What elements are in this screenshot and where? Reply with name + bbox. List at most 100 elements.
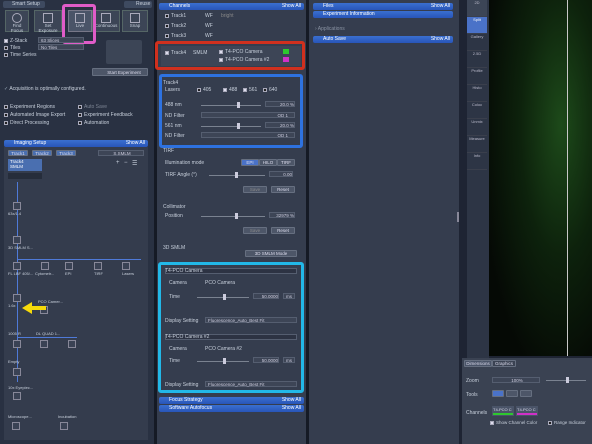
- objective-icon[interactable]: [13, 202, 21, 210]
- tirf-icon[interactable]: [94, 262, 102, 270]
- view-histo-tab[interactable]: Histo: [467, 85, 487, 102]
- track3-button[interactable]: Track3: [56, 150, 76, 156]
- files-header[interactable]: Files Show All: [313, 3, 453, 10]
- focus-strategy-show-all[interactable]: Show All: [282, 397, 301, 404]
- smlm-module-icon[interactable]: [13, 236, 21, 244]
- empty-slot-icon[interactable]: [13, 368, 21, 376]
- incubation-icon[interactable]: [60, 422, 68, 430]
- camera2-icon[interactable]: [68, 340, 76, 348]
- lasers-icon[interactable]: [122, 262, 130, 270]
- auto-save-header[interactable]: Auto Save Show All: [313, 36, 453, 43]
- show-channel-color-row[interactable]: Show Channel Color: [490, 420, 537, 425]
- range-indicator-row[interactable]: Range Indicator: [548, 420, 586, 425]
- tube-lens-icon[interactable]: [13, 294, 21, 302]
- view-unmix-tab[interactable]: Unmix: [467, 119, 487, 136]
- zoom-field[interactable]: 100%: [492, 377, 540, 383]
- view-25d-tab[interactable]: 2.5D: [467, 51, 487, 68]
- automation-row[interactable]: Automation: [78, 120, 109, 126]
- image-view[interactable]: [489, 0, 592, 356]
- view-gallery-tab[interactable]: Gallery: [467, 34, 487, 51]
- imaging-setup-header[interactable]: Imaging Setup Show All: [4, 140, 148, 147]
- remove-track-icon[interactable]: −: [124, 160, 128, 166]
- view-split-tab[interactable]: Split: [467, 17, 487, 34]
- zoom-slider[interactable]: [546, 377, 586, 383]
- illum-epi-button[interactable]: EPI: [241, 159, 259, 166]
- collimator-reset-button[interactable]: Reset: [271, 227, 295, 234]
- menu-icon[interactable]: ☰: [132, 160, 137, 167]
- auto-save-show-all[interactable]: Show All: [431, 36, 450, 43]
- software-autofocus-header[interactable]: Software Autofocus Show All: [159, 405, 304, 412]
- focus-strategy-header[interactable]: Focus Strategy Show All: [159, 397, 304, 404]
- cytometr-icon[interactable]: [41, 262, 49, 270]
- channel1-button[interactable]: T4-PCO C: [492, 406, 514, 416]
- dimensions-tab[interactable]: Dimensions: [464, 360, 492, 367]
- collimator-position-field[interactable]: 32979 %: [269, 212, 295, 218]
- zstack-row[interactable]: Z-Stack: [4, 38, 27, 44]
- direct-processing-checkbox[interactable]: [4, 120, 8, 125]
- tirf-save-button[interactable]: Save: [243, 186, 267, 193]
- ch-track3-checkbox[interactable]: [165, 33, 169, 38]
- start-experiment-button[interactable]: Start Experiment: [92, 68, 148, 76]
- track4-tile[interactable]: Track4 SMLM: [8, 159, 42, 171]
- graphics-tab[interactable]: Graphics: [492, 360, 516, 367]
- track1-button[interactable]: Track1: [8, 150, 28, 156]
- continuous-tab[interactable]: Continuous: [92, 10, 120, 32]
- epi-icon[interactable]: [65, 262, 73, 270]
- timeseries-checkbox[interactable]: [4, 52, 8, 57]
- pointer-tool-button[interactable]: [492, 390, 504, 397]
- view-coloc-tab[interactable]: Coloc: [467, 102, 487, 119]
- direct-processing-row[interactable]: Direct Processing: [4, 120, 49, 126]
- ch-track2-row[interactable]: Track2: [165, 23, 186, 29]
- software-autofocus-show-all[interactable]: Show All: [282, 405, 301, 412]
- reuse-button[interactable]: Reuse: [124, 1, 152, 8]
- channel2-button[interactable]: T4-PCO C: [516, 406, 538, 416]
- eyepiece-icon[interactable]: [13, 392, 21, 400]
- find-focus-tab[interactable]: Find Focus: [5, 10, 29, 33]
- add-track-icon[interactable]: +: [116, 160, 120, 166]
- tirf-angle-slider[interactable]: [209, 172, 265, 178]
- microscope-icon[interactable]: [12, 422, 20, 430]
- tiles-checkbox[interactable]: [4, 45, 8, 50]
- mode-select[interactable]: S.SMLM: [98, 150, 144, 156]
- tirf-angle-field[interactable]: 0.00: [269, 171, 293, 177]
- auto-save-checkbox[interactable]: [78, 104, 82, 109]
- experiment-regions-checkbox[interactable]: [4, 104, 8, 109]
- experiment-regions-row[interactable]: Experiment Regions: [4, 104, 55, 110]
- crop-tool-button[interactable]: [520, 390, 532, 397]
- zstack-checkbox[interactable]: [4, 38, 8, 43]
- ch-track1-row[interactable]: Track1: [165, 13, 186, 19]
- panel-collapse-handle[interactable]: [457, 212, 459, 222]
- experiment-feedback-checkbox[interactable]: [78, 112, 82, 117]
- smart-setup-button[interactable]: Smart Setup: [3, 1, 45, 8]
- collimator-save-button[interactable]: Save: [243, 227, 267, 234]
- image-divider[interactable]: [567, 0, 568, 356]
- reflector-icon[interactable]: [13, 340, 21, 348]
- timeseries-row[interactable]: Time Series: [4, 52, 37, 58]
- range-indicator-checkbox[interactable]: [548, 420, 552, 425]
- experiment-feedback-row[interactable]: Experiment Feedback: [78, 112, 133, 118]
- track2-button[interactable]: Track2: [32, 150, 52, 156]
- tiles-row[interactable]: Tiles: [4, 45, 20, 51]
- experiment-information-header[interactable]: Experiment Information: [313, 11, 453, 18]
- ch-track2-checkbox[interactable]: [165, 23, 169, 28]
- collimator-slider[interactable]: [201, 213, 265, 219]
- illum-tirf-button[interactable]: TIRF: [277, 159, 295, 166]
- snap-tab[interactable]: Snap: [122, 10, 148, 32]
- illum-hilo-button[interactable]: HILO: [259, 159, 277, 166]
- channels-header[interactable]: Channels Show All: [159, 3, 304, 10]
- channels-show-all[interactable]: Show All: [282, 3, 301, 10]
- automation-checkbox[interactable]: [78, 120, 82, 125]
- view-measure-tab[interactable]: Measure: [467, 136, 487, 153]
- files-show-all[interactable]: Show All: [431, 3, 450, 10]
- view-info-tab[interactable]: Info: [467, 153, 487, 170]
- ch-track3-row[interactable]: Track3: [165, 33, 186, 39]
- show-channel-color-checkbox[interactable]: [490, 420, 494, 425]
- auto-save-row[interactable]: Auto Save: [78, 104, 107, 110]
- dl-quad-icon[interactable]: [40, 340, 48, 348]
- show-all-toggle[interactable]: Show All: [126, 140, 145, 147]
- pan-tool-button[interactable]: [506, 390, 518, 397]
- ch-track1-checkbox[interactable]: [165, 13, 169, 18]
- automated-export-checkbox[interactable]: [4, 112, 8, 117]
- automated-export-row[interactable]: Automated Image Export: [4, 112, 65, 118]
- view-2d-tab[interactable]: 2D: [467, 0, 487, 17]
